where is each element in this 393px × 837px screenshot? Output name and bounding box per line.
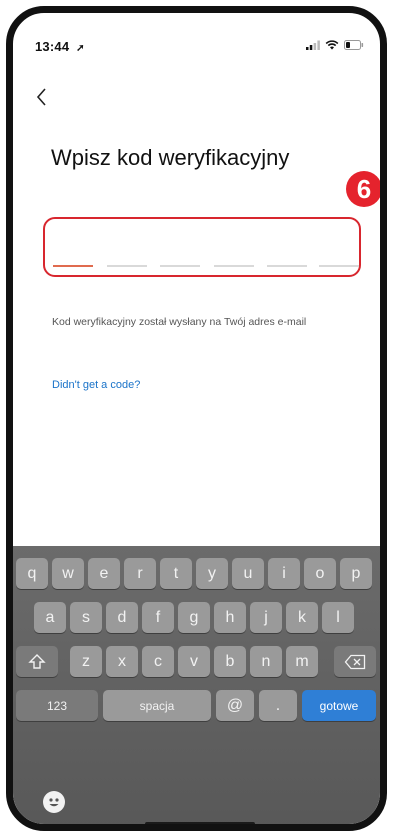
key-w[interactable]: w [52,558,84,589]
phone-frame: 13:44 ➚ Wpisz kod weryfikacyjny 6 Kod we… [6,6,387,831]
code-digit-slot-5[interactable] [267,265,307,267]
key-d[interactable]: d [106,602,138,633]
home-indicator [145,822,255,824]
emoji-button[interactable] [43,791,65,813]
emoji-face-icon [49,798,59,807]
wifi-icon [325,40,339,50]
key-z[interactable]: z [70,646,102,677]
key-e[interactable]: e [88,558,120,589]
resend-code-link[interactable]: Didn't get a code? [52,379,140,391]
key-q[interactable]: q [16,558,48,589]
code-input-highlight [43,217,361,277]
code-digit-slot-3[interactable] [160,265,200,267]
key-j[interactable]: j [250,602,282,633]
key-a[interactable]: a [34,602,66,633]
key-r[interactable]: r [124,558,156,589]
chevron-left-icon [36,88,46,106]
step-badge: 6 [346,171,380,207]
key-g[interactable]: g [178,602,210,633]
key-n[interactable]: n [250,646,282,677]
cellular-signal-icon [306,40,320,50]
code-digit-slot-2[interactable] [107,265,147,267]
done-key[interactable]: gotowe [302,690,376,721]
key-o[interactable]: o [304,558,336,589]
code-digit-slot-6[interactable] [319,265,359,267]
page-title: Wpisz kod weryfikacyjny [51,145,290,170]
key-y[interactable]: y [196,558,228,589]
key-i[interactable]: i [268,558,300,589]
key-u[interactable]: u [232,558,264,589]
dot-key[interactable]: . [259,690,297,721]
shift-key[interactable] [16,646,58,677]
delete-key[interactable] [334,646,376,677]
status-bar: 13:44 ➚ [13,13,380,69]
location-arrow-icon: ➚ [76,43,85,54]
code-digit-slot-4[interactable] [214,265,254,267]
key-x[interactable]: x [106,646,138,677]
key-s[interactable]: s [70,602,102,633]
at-key[interactable]: @ [216,690,254,721]
key-h[interactable]: h [214,602,246,633]
numbers-key[interactable]: 123 [16,690,98,721]
key-k[interactable]: k [286,602,318,633]
verification-hint: Kod weryfikacyjny został wysłany na Twój… [52,316,307,328]
status-icons [306,40,364,50]
key-t[interactable]: t [160,558,192,589]
key-l[interactable]: l [322,602,354,633]
space-key[interactable]: spacja [103,690,211,721]
key-f[interactable]: f [142,602,174,633]
key-m[interactable]: m [286,646,318,677]
backspace-icon [344,654,366,669]
code-digit-slot-1[interactable] [53,265,93,267]
key-b[interactable]: b [214,646,246,677]
key-c[interactable]: c [142,646,174,677]
keyboard: q w e r t y u i o p a s d f g h j k l z … [13,546,380,824]
battery-icon [344,40,364,50]
shift-arrow-icon [28,653,46,669]
back-button[interactable] [31,83,55,111]
key-p[interactable]: p [340,558,372,589]
status-time: 13:44 ➚ [35,39,85,54]
key-v[interactable]: v [178,646,210,677]
status-time-text: 13:44 [35,39,70,54]
